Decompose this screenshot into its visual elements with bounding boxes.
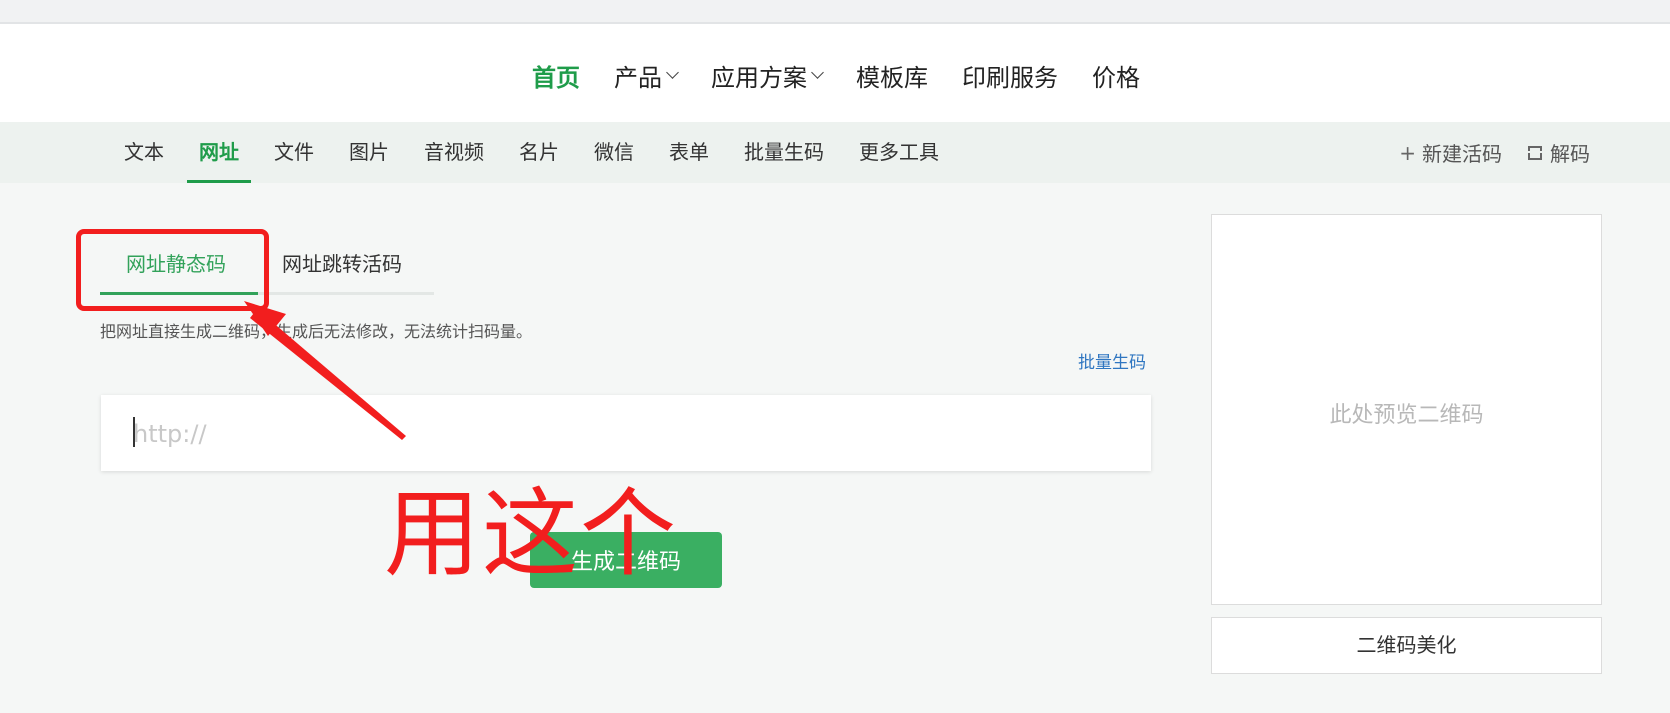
preview-placeholder: 此处预览二维码 [1329,403,1484,428]
tab-dynamic-url-code[interactable]: 网址跳转活码 [282,248,402,277]
nav-item-products[interactable]: 产品 [614,58,679,93]
main-nav: 首页 产品 应用方案 模板库 印刷服务 价格 [532,58,1174,93]
chevron-down-icon [666,66,679,79]
annotation-text: 用这个 [384,478,678,590]
tab-url[interactable]: 网址 [187,122,251,183]
site-header: 首页 产品 应用方案 模板库 印刷服务 价格 [0,24,1670,122]
nav-item-solutions[interactable]: 应用方案 [711,58,824,93]
static-code-description: 把网址直接生成二维码，生成后无法修改，无法统计扫码量。 [100,322,533,341]
category-tabbar: 文本 网址 文件 图片 音视频 名片 微信 表单 批量生码 更多工具 + 新建活… [0,122,1670,183]
text-caret [133,417,135,447]
tab-form[interactable]: 表单 [657,122,721,183]
new-live-code-button[interactable]: + 新建活码 [1399,138,1502,167]
decode-button[interactable]: 解码 [1526,138,1590,167]
header-tools: + 新建活码 解码 [1373,122,1590,183]
browser-top-strip [0,0,1670,24]
qr-beautify-button[interactable]: 二维码美化 [1211,617,1602,674]
nav-item-printing[interactable]: 印刷服务 [962,58,1058,93]
annotation-highlight-box [76,229,269,311]
chevron-down-icon [811,66,824,79]
nav-item-home[interactable]: 首页 [532,58,580,93]
plus-icon: + [1399,140,1416,165]
qr-preview-panel: 此处预览二维码 [1211,214,1602,605]
url-input[interactable] [131,413,1115,455]
tab-batch[interactable]: 批量生码 [732,122,836,183]
tab-image[interactable]: 图片 [337,122,401,183]
scan-icon [1526,145,1544,160]
nav-item-templates[interactable]: 模板库 [856,58,928,93]
tab-file[interactable]: 文件 [262,122,326,183]
nav-item-pricing[interactable]: 价格 [1092,58,1140,93]
tab-text[interactable]: 文本 [112,122,176,183]
category-tabs: 文本 网址 文件 图片 音视频 名片 微信 表单 批量生码 更多工具 [112,122,962,183]
tab-audio-video[interactable]: 音视频 [412,122,496,183]
tab-wechat[interactable]: 微信 [582,122,646,183]
batch-generate-link[interactable]: 批量生码 [1078,348,1146,373]
tab-business-card[interactable]: 名片 [507,122,571,183]
tab-more-tools[interactable]: 更多工具 [847,122,951,183]
